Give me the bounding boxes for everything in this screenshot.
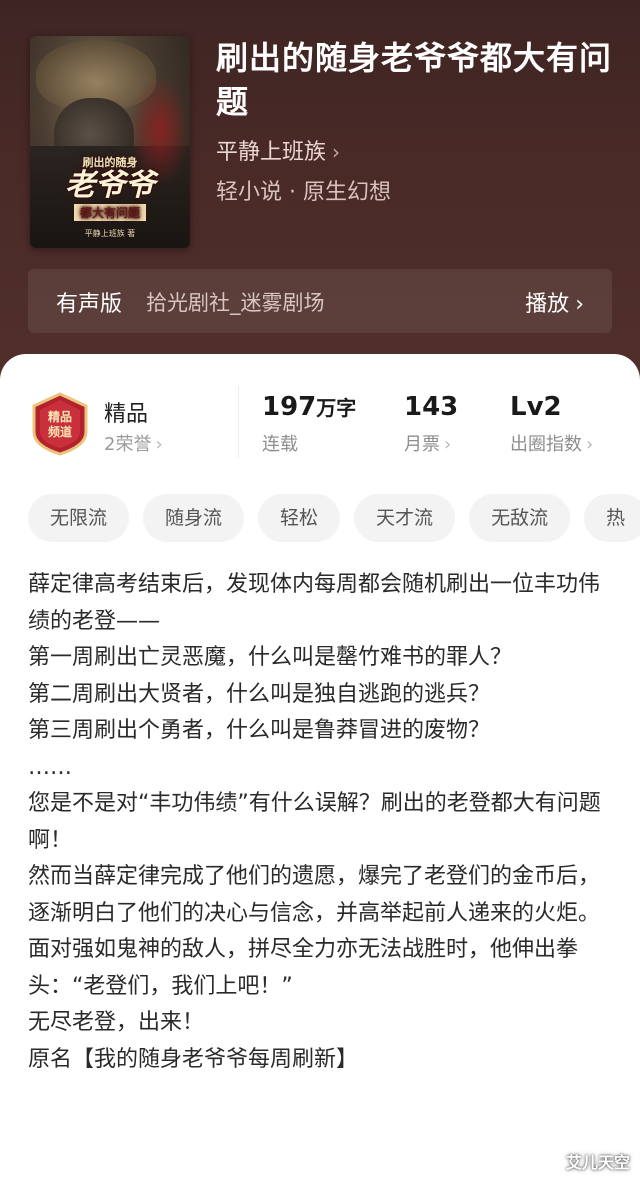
premium-channel-badge-icon[interactable]: 精品 频道: [30, 392, 90, 456]
word-count-number: 197: [262, 392, 317, 422]
tag-list: 无限流 随身流 轻松 天才流 无敌流热: [28, 494, 640, 544]
word-count-stat: 197万字 连载: [262, 390, 356, 456]
author-link[interactable]: 平静上班族 ›: [216, 134, 340, 166]
synopsis-paragraph: 第三周刷出个勇者，什么叫是鲁莽冒进的废物？: [28, 718, 491, 743]
honors-link[interactable]: 2荣誉 ›: [104, 430, 163, 456]
honors-count: 2荣誉: [104, 434, 152, 455]
book-cover-image[interactable]: 刷出的随身 老爷爷 都大有问题 平静上班族 著: [30, 36, 190, 248]
badge-line1: 精品: [48, 409, 72, 424]
monthly-tickets-label: 月票: [404, 434, 440, 455]
book-title: 刷出的随身老爷爷都大有问题: [216, 39, 613, 121]
tag-chip[interactable]: 随身流: [143, 494, 245, 542]
book-genre: 轻小说 · 原生幻想: [216, 180, 391, 205]
book-synopsis: 薛定律高考结束后，发现体内每周都会随机刷出一位丰功伟绩的老登—— 第一周刷出亡灵…: [28, 567, 614, 1078]
synopsis-paragraph: 面对强如鬼神的敌人，拼尽全力亦无法战胜时，他伸出拳头：“老登们，我们上吧！”: [28, 937, 579, 999]
monthly-tickets-number: 143: [404, 392, 459, 422]
chevron-right-icon: ›: [155, 434, 163, 455]
audio-source: 拾光剧社_迷雾剧场: [146, 291, 325, 315]
tag-chip[interactable]: 天才流: [354, 494, 456, 542]
play-button[interactable]: 播放 ›: [525, 286, 584, 318]
book-header: 刷出的随身 老爷爷 都大有问题 平静上班族 著 刷出的随身老爷爷都大有问题 平静…: [0, 0, 640, 380]
cover-title-bottom: 都大有问题: [73, 204, 146, 221]
play-label: 播放: [525, 292, 570, 317]
synopsis-paragraph: 第一周刷出亡灵恶魔，什么叫是罄竹难书的罪人？: [28, 645, 513, 670]
tag-chip[interactable]: 无限流: [28, 494, 130, 542]
synopsis-paragraph: 您是不是对“丰功伟绩”有什么误解？刷出的老登都大有问题啊！: [28, 791, 601, 853]
tag-chip[interactable]: 无敌流: [469, 494, 571, 542]
author-name: 平静上班族: [216, 140, 327, 165]
synopsis-paragraph: 然而当薛定律完成了他们的遗愿，爆完了老登们的金币后，逐渐明白了他们的决心与信念，…: [28, 864, 601, 926]
synopsis-paragraph: 第二周刷出大贤者，什么叫是独自逃跑的逃兵？: [28, 681, 491, 707]
synopsis-paragraph: 无尽老登，出来！: [28, 1010, 205, 1035]
popularity-level: Lv2: [510, 392, 562, 422]
premium-label: 精品: [104, 402, 149, 427]
cover-title-art: 刷出的随身 老爷爷 都大有问题: [30, 154, 190, 221]
chevron-right-icon: ›: [332, 140, 341, 164]
audio-version-bar[interactable]: 有声版 拾光剧社_迷雾剧场 播放 ›: [28, 269, 612, 333]
cover-author: 平静上班族 著: [84, 229, 136, 238]
serial-status: 连载: [262, 434, 298, 455]
chevron-right-icon: ›: [575, 292, 584, 317]
word-count-unit: 万字: [316, 396, 357, 420]
tag-chip[interactable]: 轻松: [258, 494, 341, 542]
popularity-label: 出圈指数: [510, 434, 582, 455]
badge-line2: 频道: [48, 424, 72, 439]
chevron-right-icon: ›: [444, 434, 452, 455]
stats-divider: [238, 386, 239, 458]
tag-chip[interactable]: 热: [584, 494, 640, 542]
audio-label: 有声版: [56, 292, 123, 317]
synopsis-paragraph: 薛定律高考结束后，发现体内每周都会随机刷出一位丰功伟绩的老登——: [28, 572, 601, 634]
monthly-tickets-stat[interactable]: 143 月票 ›: [404, 390, 458, 456]
watermark: 艾儿天空: [565, 1153, 630, 1172]
book-info-card: 精品 频道 精品 2荣誉 › 197万字 连载 143 月票 › Lv2 出圈指数 ›…: [0, 354, 640, 1181]
popularity-index-stat[interactable]: Lv2 出圈指数 ›: [510, 390, 593, 456]
synopsis-paragraph: ……: [28, 754, 72, 780]
cover-title-main: 老爷爷: [65, 168, 155, 203]
synopsis-paragraph: 原名【我的随身老爷爷每周刷新】: [28, 1046, 359, 1072]
chevron-right-icon: ›: [586, 434, 594, 455]
